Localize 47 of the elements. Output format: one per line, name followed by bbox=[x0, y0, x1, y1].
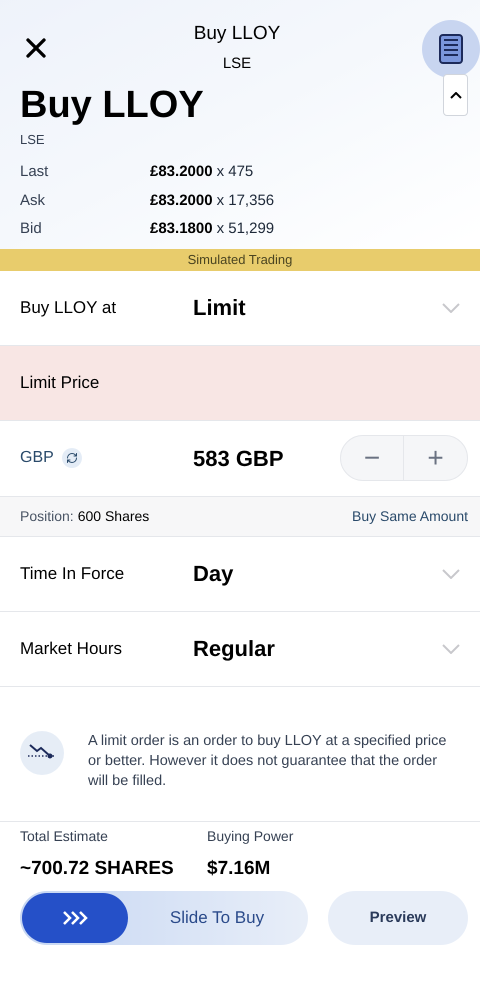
header-subtitle: LSE bbox=[222, 54, 252, 74]
slider-thumb[interactable] bbox=[22, 893, 128, 943]
select-dropdown[interactable]: Regular bbox=[193, 632, 460, 665]
summary-value: $7.16M bbox=[207, 856, 272, 880]
quote-price: £83.2000 bbox=[150, 190, 213, 210]
quote-size: x 475 bbox=[216, 162, 254, 182]
limit-order-description: A limit order is an order to buy LLOY at a specified price or better. However it does not guarantee that the order will be filled. bbox=[88, 732, 448, 790]
refresh-icon bbox=[62, 448, 82, 468]
decrement-button[interactable]: − bbox=[341, 436, 404, 480]
exchange-label: LSE bbox=[20, 130, 46, 148]
buy-same-amount-link[interactable]: Buy Same Amount bbox=[352, 506, 468, 526]
amount-value: 583 GBP bbox=[193, 444, 284, 472]
quote-price: £83.1800 bbox=[150, 219, 213, 239]
summary-label: Buying Power bbox=[207, 826, 294, 846]
calculator-icon bbox=[438, 34, 463, 64]
page-title: Buy LLOY bbox=[20, 83, 204, 128]
quote-label: Bid bbox=[20, 219, 43, 239]
slider-label: Slide To Buy bbox=[168, 907, 266, 930]
simulated-trading-banner: Simulated Trading bbox=[0, 248, 480, 270]
currency-toggle[interactable]: GBP bbox=[20, 446, 193, 470]
preview-button[interactable]: Preview bbox=[328, 891, 468, 945]
quote-size: x 51,299 bbox=[216, 219, 274, 239]
limit-price-row[interactable]: Limit Price bbox=[0, 346, 480, 420]
collapse-button[interactable] bbox=[443, 74, 468, 116]
select-dropdown[interactable]: Day bbox=[193, 557, 460, 590]
position-value: 600 Shares bbox=[78, 506, 150, 526]
field-label: Buy LLOY at bbox=[20, 296, 118, 319]
increment-button[interactable]: + bbox=[404, 436, 467, 480]
chevron-up-icon bbox=[450, 92, 462, 98]
slide-to-buy-slider[interactable]: Slide To Buy bbox=[20, 891, 308, 945]
quote-price: £83.2000 bbox=[150, 162, 213, 182]
quote-label: Ask bbox=[20, 190, 46, 210]
position-label: Position: bbox=[20, 506, 74, 526]
chevron-down-icon bbox=[442, 302, 460, 312]
field-label: Limit Price bbox=[20, 372, 100, 394]
quote-label: Last bbox=[20, 162, 50, 182]
quote-size: x 17,356 bbox=[216, 190, 274, 210]
field-label: Market Hours bbox=[20, 638, 124, 660]
triple-chevron-icon bbox=[62, 911, 88, 925]
field-label: Time In Force bbox=[20, 562, 126, 585]
header-title: Buy LLOY bbox=[194, 22, 280, 46]
summary-label: Total Estimate bbox=[20, 826, 109, 846]
summary-value: ~700.72 SHARES bbox=[20, 856, 175, 880]
chevron-down-icon bbox=[442, 568, 460, 578]
chevron-down-icon bbox=[442, 644, 460, 654]
select-dropdown[interactable]: Limit bbox=[193, 291, 460, 324]
limit-chart-icon bbox=[20, 730, 64, 774]
